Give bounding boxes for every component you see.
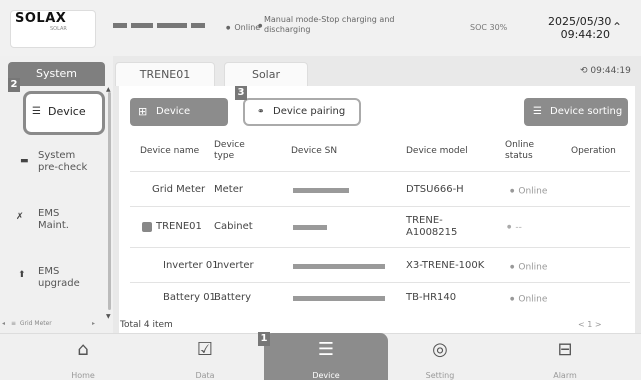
time: 09:44:20 [560,28,610,41]
step-badge-1: 1 [258,332,270,346]
device-name-redacted [113,20,213,34]
refresh-icon: ⟲ [580,66,588,76]
date-time: 2025/05/30 09:44:20 [548,15,612,41]
nav-label: Device [312,371,340,380]
row-divider [130,282,630,283]
device-sn-redacted [293,188,349,193]
tab-solar[interactable]: Solar [224,62,308,86]
header-device-sn: Device SN [291,146,338,156]
date: 2025/05/30 [548,15,612,28]
chart-icon: ☑ [196,339,214,360]
sidebar-item-grid-meter[interactable]: ◂ ≡ Grid Meter ▸ [2,320,102,328]
upgrade-icon: ⬆ [18,270,26,280]
cell-online-status: Online [510,293,547,306]
sidebar-item-label: System pre-check [38,150,88,173]
check-icon: ▬ [20,156,29,166]
step-badge-2: 2 [8,78,20,92]
device-sn-redacted [293,264,385,269]
device-sorting-button[interactable]: ☰ Device sorting [524,98,628,126]
device-addition-button[interactable]: ⊞ Device addition [130,98,228,145]
nav-label: Data [195,371,215,380]
refresh-time-label: 09:44:19 [590,66,631,76]
refresh-time[interactable]: ⟲ 09:44:19 [580,66,631,76]
soc-indicator: SOC 30% [470,23,508,32]
device-icon: ☰ [317,339,335,360]
nav-setting[interactable]: ◎ Setting [400,333,480,380]
cell-device-name: Battery 01 [163,292,216,303]
sidebar-scrollbar[interactable] [108,92,111,310]
cell-device-model: X3-TRENE-100K [406,260,485,271]
online-status: Online [226,23,260,32]
device-sn-redacted [293,225,327,230]
row-divider [130,247,630,248]
cell-online-status: Online [510,261,547,274]
tab-trene01[interactable]: TRENE01 [115,62,215,86]
device-sn-redacted [293,296,385,301]
sidebar-item-label: Device [48,105,86,118]
meter-icon: ≡ [10,320,16,327]
cell-device-model: DTSU666-H [406,184,464,195]
nav-alarm[interactable]: ⊟ Alarm [525,333,605,380]
cell-device-model: TRENE-A1008215 [406,215,458,238]
scroll-left-icon: ◂ [2,320,6,327]
logo-text: SOLAX [15,11,67,26]
pagination[interactable]: < 1 > [578,320,602,329]
sidebar-item-device[interactable]: ☰ Device [23,91,105,135]
sidebar-item-label: EMS upgrade [38,266,80,289]
header-online-status: Online status [505,140,535,161]
cell-device-model: TB-HR140 [406,292,457,303]
home-icon: ⌂ [77,339,89,360]
pairing-icon: ⚭ [257,107,265,117]
device-sorting-label: Device sorting [550,106,623,117]
sidebar-item-label: Grid Meter [19,320,52,327]
device-pairing-button[interactable]: ⚭ Device pairing [243,98,361,126]
work-mode-text: Manual mode-Stop charging and dischargin… [258,15,424,35]
device-list-icon: ☰ [32,106,41,117]
scroll-up-icon[interactable]: ▲ [106,86,111,93]
tab-system[interactable]: System [8,62,105,86]
expand-collapse-icon[interactable] [142,222,152,232]
cell-device-type: Battery [214,292,252,303]
sort-icon: ☰ [533,106,542,117]
plus-box-icon: ⊞ [138,105,148,118]
total-count: Total 4 item [120,320,173,330]
wrench-icon: ✗ [16,212,24,222]
cell-device-name: Grid Meter [152,184,206,195]
step-badge-3: 3 [235,86,247,100]
cell-device-type: Meter [214,184,243,195]
cell-online-status: -- [507,221,522,234]
cell-device-name: Inverter 01 [163,260,219,271]
nav-label: Home [71,371,95,380]
header-device-name: Device name [140,146,200,156]
cell-device-type: Cabinet [214,221,253,232]
row-divider [130,206,630,207]
nav-label: Setting [425,371,455,380]
nav-home[interactable]: ⌂ Home [43,333,123,380]
device-pairing-label: Device pairing [273,106,346,117]
scroll-right-icon: ▸ [92,320,96,327]
alarm-icon: ⊟ [557,339,573,360]
row-divider [130,171,630,172]
cell-online-status: Online [510,185,547,198]
nav-data[interactable]: ☑ Data [165,333,245,380]
header-device-type: Device type [214,140,245,161]
scroll-down-icon[interactable]: ▼ [106,313,111,320]
header-operation: Operation [571,146,616,156]
cell-device-name: TRENE01 [156,221,202,232]
sidebar-item-label: EMS Maint. [38,208,69,231]
status-value: -- [515,222,522,233]
nav-label: Alarm [553,371,577,380]
header-device-model: Device model [406,146,468,156]
logo-subtext: SOLAR [50,26,67,32]
setting-icon: ◎ [432,339,448,360]
cell-device-type: Inverter [214,260,254,271]
chevron-up-icon[interactable]: ⌃ [612,20,622,34]
nav-device[interactable]: ☰ Device [264,333,388,380]
